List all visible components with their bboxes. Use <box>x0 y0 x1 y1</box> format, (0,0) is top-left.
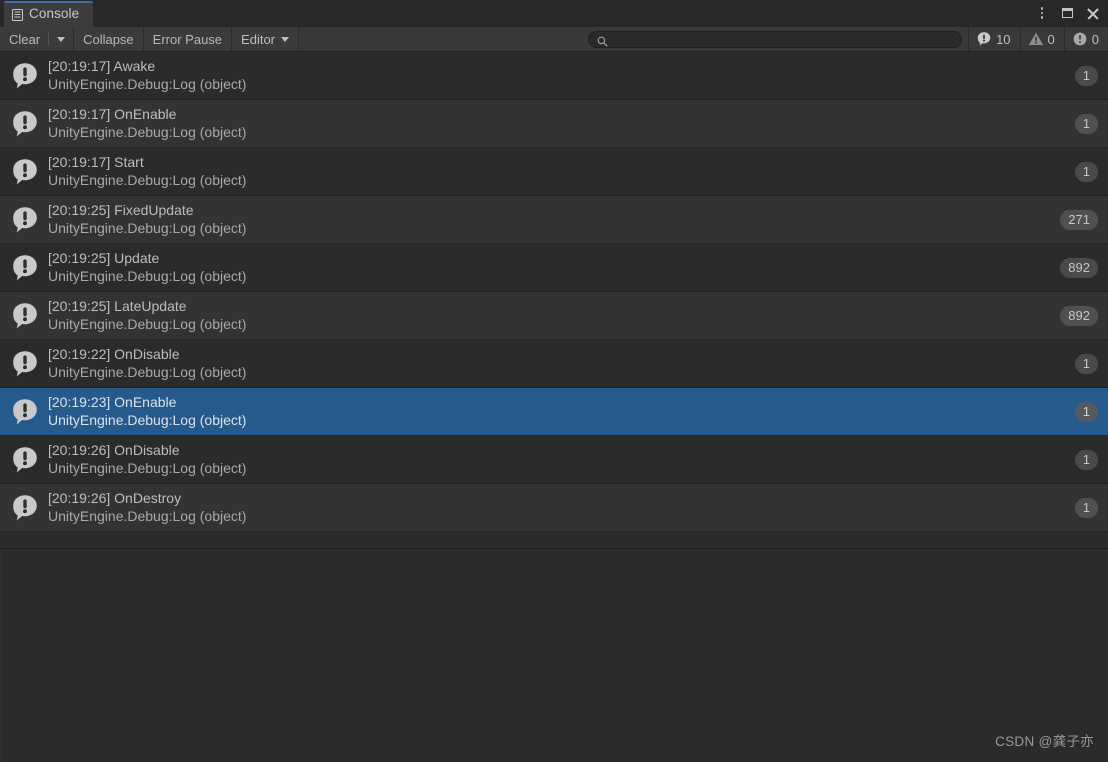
clear-dropdown-button[interactable] <box>49 36 73 42</box>
title-bar: Console <box>0 0 1108 27</box>
log-row-text: [20:19:25] LateUpdate UnityEngine.Debug:L… <box>48 298 1060 333</box>
log-count-badge: 1 <box>1074 449 1098 470</box>
log-stack: UnityEngine.Debug:Log (object) <box>48 316 247 332</box>
log-count-badge: 892 <box>1060 305 1098 326</box>
log-count-badge: 1 <box>1074 401 1098 422</box>
log-list[interactable]: [20:19:17] Awake UnityEngine.Debug:Log (o… <box>0 52 1108 548</box>
log-row[interactable]: [20:19:17] Start UnityEngine.Debug:Log (o… <box>0 148 1108 196</box>
chevron-down-icon <box>281 36 290 42</box>
log-message: [20:19:25] FixedUpdate <box>48 202 194 218</box>
log-count: 10 <box>996 31 1011 47</box>
log-row[interactable]: [20:19:23] OnEnable UnityEngine.Debug:Log… <box>0 388 1108 436</box>
log-stack: UnityEngine.Debug:Log (object) <box>48 76 247 92</box>
log-row[interactable]: [20:19:25] FixedUpdate UnityEngine.Debug:… <box>0 196 1108 244</box>
log-count-badge: 1 <box>1074 65 1098 86</box>
log-count-badge: 1 <box>1074 161 1098 182</box>
log-count-badge: 271 <box>1060 209 1098 230</box>
log-count-badge: 892 <box>1060 257 1098 278</box>
log-message: [20:19:17] Start <box>48 154 144 170</box>
log-stack: UnityEngine.Debug:Log (object) <box>48 460 247 476</box>
tab-console[interactable]: Console <box>4 1 94 27</box>
log-message: [20:19:25] LateUpdate <box>48 298 187 314</box>
log-icon <box>10 205 40 235</box>
log-count-badge: 1 <box>1074 497 1098 518</box>
log-icon <box>10 109 40 139</box>
kebab-menu-icon[interactable] <box>1030 1 1054 25</box>
maximize-icon[interactable] <box>1055 1 1079 25</box>
log-row-text: [20:19:17] OnEnable UnityEngine.Debug:Log… <box>48 106 1075 141</box>
log-message: [20:19:22] OnDisable <box>48 346 180 362</box>
watermark: CSDN @龚子亦 <box>995 734 1094 749</box>
warning-icon <box>1028 31 1044 47</box>
console-icon <box>12 8 23 21</box>
log-icon <box>10 301 40 331</box>
log-row[interactable]: [20:19:22] OnDisable UnityEngine.Debug:Lo… <box>0 340 1108 388</box>
collapse-button[interactable]: Collapse <box>74 27 144 51</box>
log-counter[interactable]: 10 <box>968 27 1020 51</box>
log-row-text: [20:19:17] Start UnityEngine.Debug:Log (o… <box>48 154 1075 189</box>
log-stack: UnityEngine.Debug:Log (object) <box>48 412 247 428</box>
log-row-text: [20:19:25] FixedUpdate UnityEngine.Debug:… <box>48 202 1060 237</box>
log-row-text: [20:19:23] OnEnable UnityEngine.Debug:Log… <box>48 394 1075 429</box>
log-stack: UnityEngine.Debug:Log (object) <box>48 508 247 524</box>
log-icon <box>10 61 40 91</box>
console-window: Console Clear Collapse Error Pause Edito… <box>0 0 1108 762</box>
error-counter[interactable]: 0 <box>1063 27 1108 51</box>
clear-button[interactable]: Clear <box>0 33 48 46</box>
log-icon <box>10 493 40 523</box>
stack-trace-panel[interactable]: CSDN @龚子亦 <box>0 548 1108 762</box>
log-icon <box>10 253 40 283</box>
log-count-badge: 1 <box>1074 353 1098 374</box>
log-message: [20:19:17] Awake <box>48 58 156 74</box>
message-counters: 10 0 0 <box>968 27 1108 51</box>
log-message: [20:19:17] OnEnable <box>48 106 177 122</box>
log-icon <box>976 31 992 47</box>
toolbar-spacer <box>299 27 583 51</box>
log-row-text: [20:19:25] Update UnityEngine.Debug:Log (… <box>48 250 1060 285</box>
log-row[interactable]: [20:19:17] Awake UnityEngine.Debug:Log (o… <box>0 52 1108 100</box>
log-row[interactable]: [20:19:25] LateUpdate UnityEngine.Debug:L… <box>0 292 1108 340</box>
error-count: 0 <box>1091 31 1099 47</box>
close-icon[interactable] <box>1080 1 1104 25</box>
log-row[interactable]: [20:19:17] OnEnable UnityEngine.Debug:Log… <box>0 100 1108 148</box>
log-stack: UnityEngine.Debug:Log (object) <box>48 124 247 140</box>
editor-dropdown[interactable]: Editor <box>232 27 300 51</box>
error-icon <box>1072 31 1088 47</box>
clear-button-group[interactable]: Clear <box>0 27 75 51</box>
search-area <box>582 27 969 51</box>
log-row[interactable]: [20:19:26] OnDestroy UnityEngine.Debug:Lo… <box>0 484 1108 532</box>
search-icon <box>597 34 608 47</box>
log-count-badge: 1 <box>1074 113 1098 134</box>
window-controls <box>1030 0 1104 26</box>
tab-console-label: Console <box>29 6 80 22</box>
log-row-text: [20:19:26] OnDisable UnityEngine.Debug:Lo… <box>48 442 1075 477</box>
log-icon <box>10 157 40 187</box>
log-row-text: [20:19:17] Awake UnityEngine.Debug:Log (o… <box>48 58 1075 93</box>
log-row-text: [20:19:22] OnDisable UnityEngine.Debug:Lo… <box>48 346 1075 381</box>
log-row[interactable]: [20:19:26] OnDisable UnityEngine.Debug:Lo… <box>0 436 1108 484</box>
log-message: [20:19:23] OnEnable <box>48 394 177 410</box>
log-stack: UnityEngine.Debug:Log (object) <box>48 364 247 380</box>
log-icon <box>10 397 40 427</box>
log-row-text: [20:19:26] OnDestroy UnityEngine.Debug:Lo… <box>48 490 1075 525</box>
error-pause-button[interactable]: Error Pause <box>143 27 233 51</box>
log-stack: UnityEngine.Debug:Log (object) <box>48 268 247 284</box>
log-message: [20:19:25] Update <box>48 250 160 266</box>
console-toolbar: Clear Collapse Error Pause Editor 10 0 0 <box>0 27 1108 52</box>
editor-dropdown-label: Editor <box>241 31 276 47</box>
log-icon <box>10 349 40 379</box>
warning-counter[interactable]: 0 <box>1019 27 1064 51</box>
log-stack: UnityEngine.Debug:Log (object) <box>48 172 247 188</box>
search-box[interactable] <box>588 30 963 48</box>
warning-count: 0 <box>1047 31 1055 47</box>
log-message: [20:19:26] OnDestroy <box>48 490 182 506</box>
log-stack: UnityEngine.Debug:Log (object) <box>48 220 247 236</box>
search-input[interactable] <box>608 33 954 45</box>
log-message: [20:19:26] OnDisable <box>48 442 180 458</box>
log-icon <box>10 445 40 475</box>
chevron-down-icon <box>57 36 66 42</box>
log-row[interactable]: [20:19:25] Update UnityEngine.Debug:Log (… <box>0 244 1108 292</box>
